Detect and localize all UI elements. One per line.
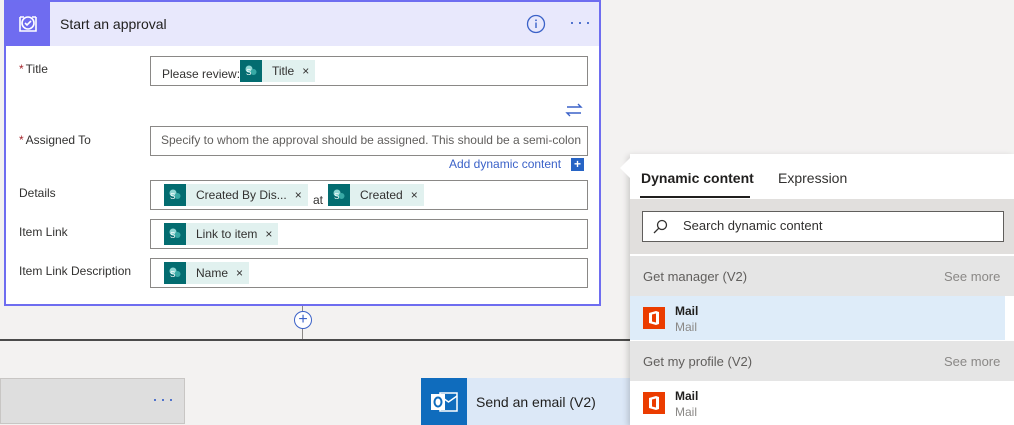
svg-text:S: S: [246, 68, 251, 77]
office-icon: [643, 392, 665, 414]
details-label: Details: [19, 186, 56, 200]
outlook-icon: [421, 378, 467, 425]
sharepoint-icon: S: [164, 184, 186, 206]
sharepoint-icon: S: [328, 184, 350, 206]
token-remove-icon[interactable]: ×: [407, 188, 424, 202]
section-get-manager: Get manager (V2) See more: [630, 256, 1014, 296]
token-remove-icon[interactable]: ×: [298, 64, 315, 78]
office-icon: [643, 307, 665, 329]
token-remove-icon[interactable]: ×: [291, 188, 308, 202]
token-remove-icon[interactable]: ×: [261, 227, 278, 241]
see-more-link[interactable]: See more: [944, 354, 1000, 369]
panel-pointer: [620, 158, 630, 178]
sharepoint-icon: S: [164, 223, 186, 245]
title-field[interactable]: Please review: S Title ×: [150, 56, 588, 86]
title-label: * Title: [19, 62, 48, 76]
svg-text:S: S: [170, 270, 175, 279]
ellipsis-icon[interactable]: ···: [152, 390, 176, 408]
tab-dynamic-content[interactable]: Dynamic content: [641, 170, 754, 186]
assigned-to-placeholder: Specify to whom the approval should be a…: [161, 133, 582, 147]
add-dynamic-content-icon[interactable]: +: [571, 158, 584, 171]
details-field[interactable]: S Created By Dis... × at S Created ×: [150, 180, 588, 210]
tab-expression[interactable]: Expression: [778, 170, 847, 186]
sharepoint-icon: S: [164, 262, 186, 284]
send-email-title: Send an email (V2): [476, 394, 596, 410]
dynamic-token-created-by[interactable]: S Created By Dis... ×: [164, 184, 308, 206]
token-remove-icon[interactable]: ×: [232, 266, 249, 280]
svg-text:S: S: [170, 192, 175, 201]
item-link-description-label: Item Link Description: [19, 264, 132, 278]
search-icon: [652, 219, 668, 235]
list-item-manager-mail[interactable]: Mail Mail: [630, 296, 1005, 340]
list-item-profile-mail[interactable]: Mail Mail: [630, 381, 1005, 425]
item-subtitle: Mail: [675, 405, 698, 419]
item-link-label: Item Link: [19, 225, 68, 239]
flow-branch-line: [0, 339, 630, 341]
info-icon[interactable]: [526, 14, 546, 34]
approval-card-title: Start an approval: [60, 16, 167, 32]
active-tab-indicator: [640, 196, 750, 198]
swap-arrows-icon[interactable]: [564, 102, 584, 118]
see-more-link[interactable]: See more: [944, 269, 1000, 284]
item-subtitle: Mail: [675, 320, 698, 334]
svg-text:S: S: [334, 192, 339, 201]
token-label: Created By Dis...: [196, 188, 287, 202]
title-prefix-text: Please review:: [162, 67, 241, 81]
token-label: Link to item: [196, 227, 258, 241]
add-dynamic-content-link[interactable]: Add dynamic content: [449, 157, 561, 171]
item-title: Mail: [675, 304, 699, 318]
dynamic-token-name[interactable]: S Name ×: [164, 262, 250, 284]
item-title: Mail: [675, 389, 699, 403]
assigned-to-label: * Assigned To: [19, 133, 91, 147]
details-between-text: at: [313, 193, 324, 207]
assigned-to-field[interactable]: Specify to whom the approval should be a…: [150, 126, 588, 156]
approval-check-icon: [6, 2, 50, 46]
add-step-icon[interactable]: +: [294, 311, 312, 329]
search-box[interactable]: [642, 211, 1004, 242]
search-input[interactable]: [683, 218, 983, 233]
section-get-my-profile: Get my profile (V2) See more: [630, 341, 1014, 381]
svg-text:S: S: [170, 231, 175, 240]
ellipsis-icon[interactable]: ···: [569, 13, 593, 31]
token-label: Title: [272, 64, 295, 78]
item-link-field[interactable]: S Link to item ×: [150, 219, 588, 249]
sharepoint-icon: S: [240, 60, 262, 82]
token-label: Name: [196, 266, 229, 280]
dynamic-token-title[interactable]: S Title ×: [240, 60, 316, 82]
section-title: Get manager (V2): [643, 269, 748, 284]
section-title: Get my profile (V2): [643, 354, 753, 369]
token-label: Created: [360, 188, 403, 202]
dynamic-token-link-to-item[interactable]: S Link to item ×: [164, 223, 279, 245]
item-link-description-field[interactable]: S Name ×: [150, 258, 588, 288]
approval-card-header[interactable]: Start an approval ···: [6, 2, 599, 46]
dynamic-token-created[interactable]: S Created ×: [328, 184, 424, 206]
